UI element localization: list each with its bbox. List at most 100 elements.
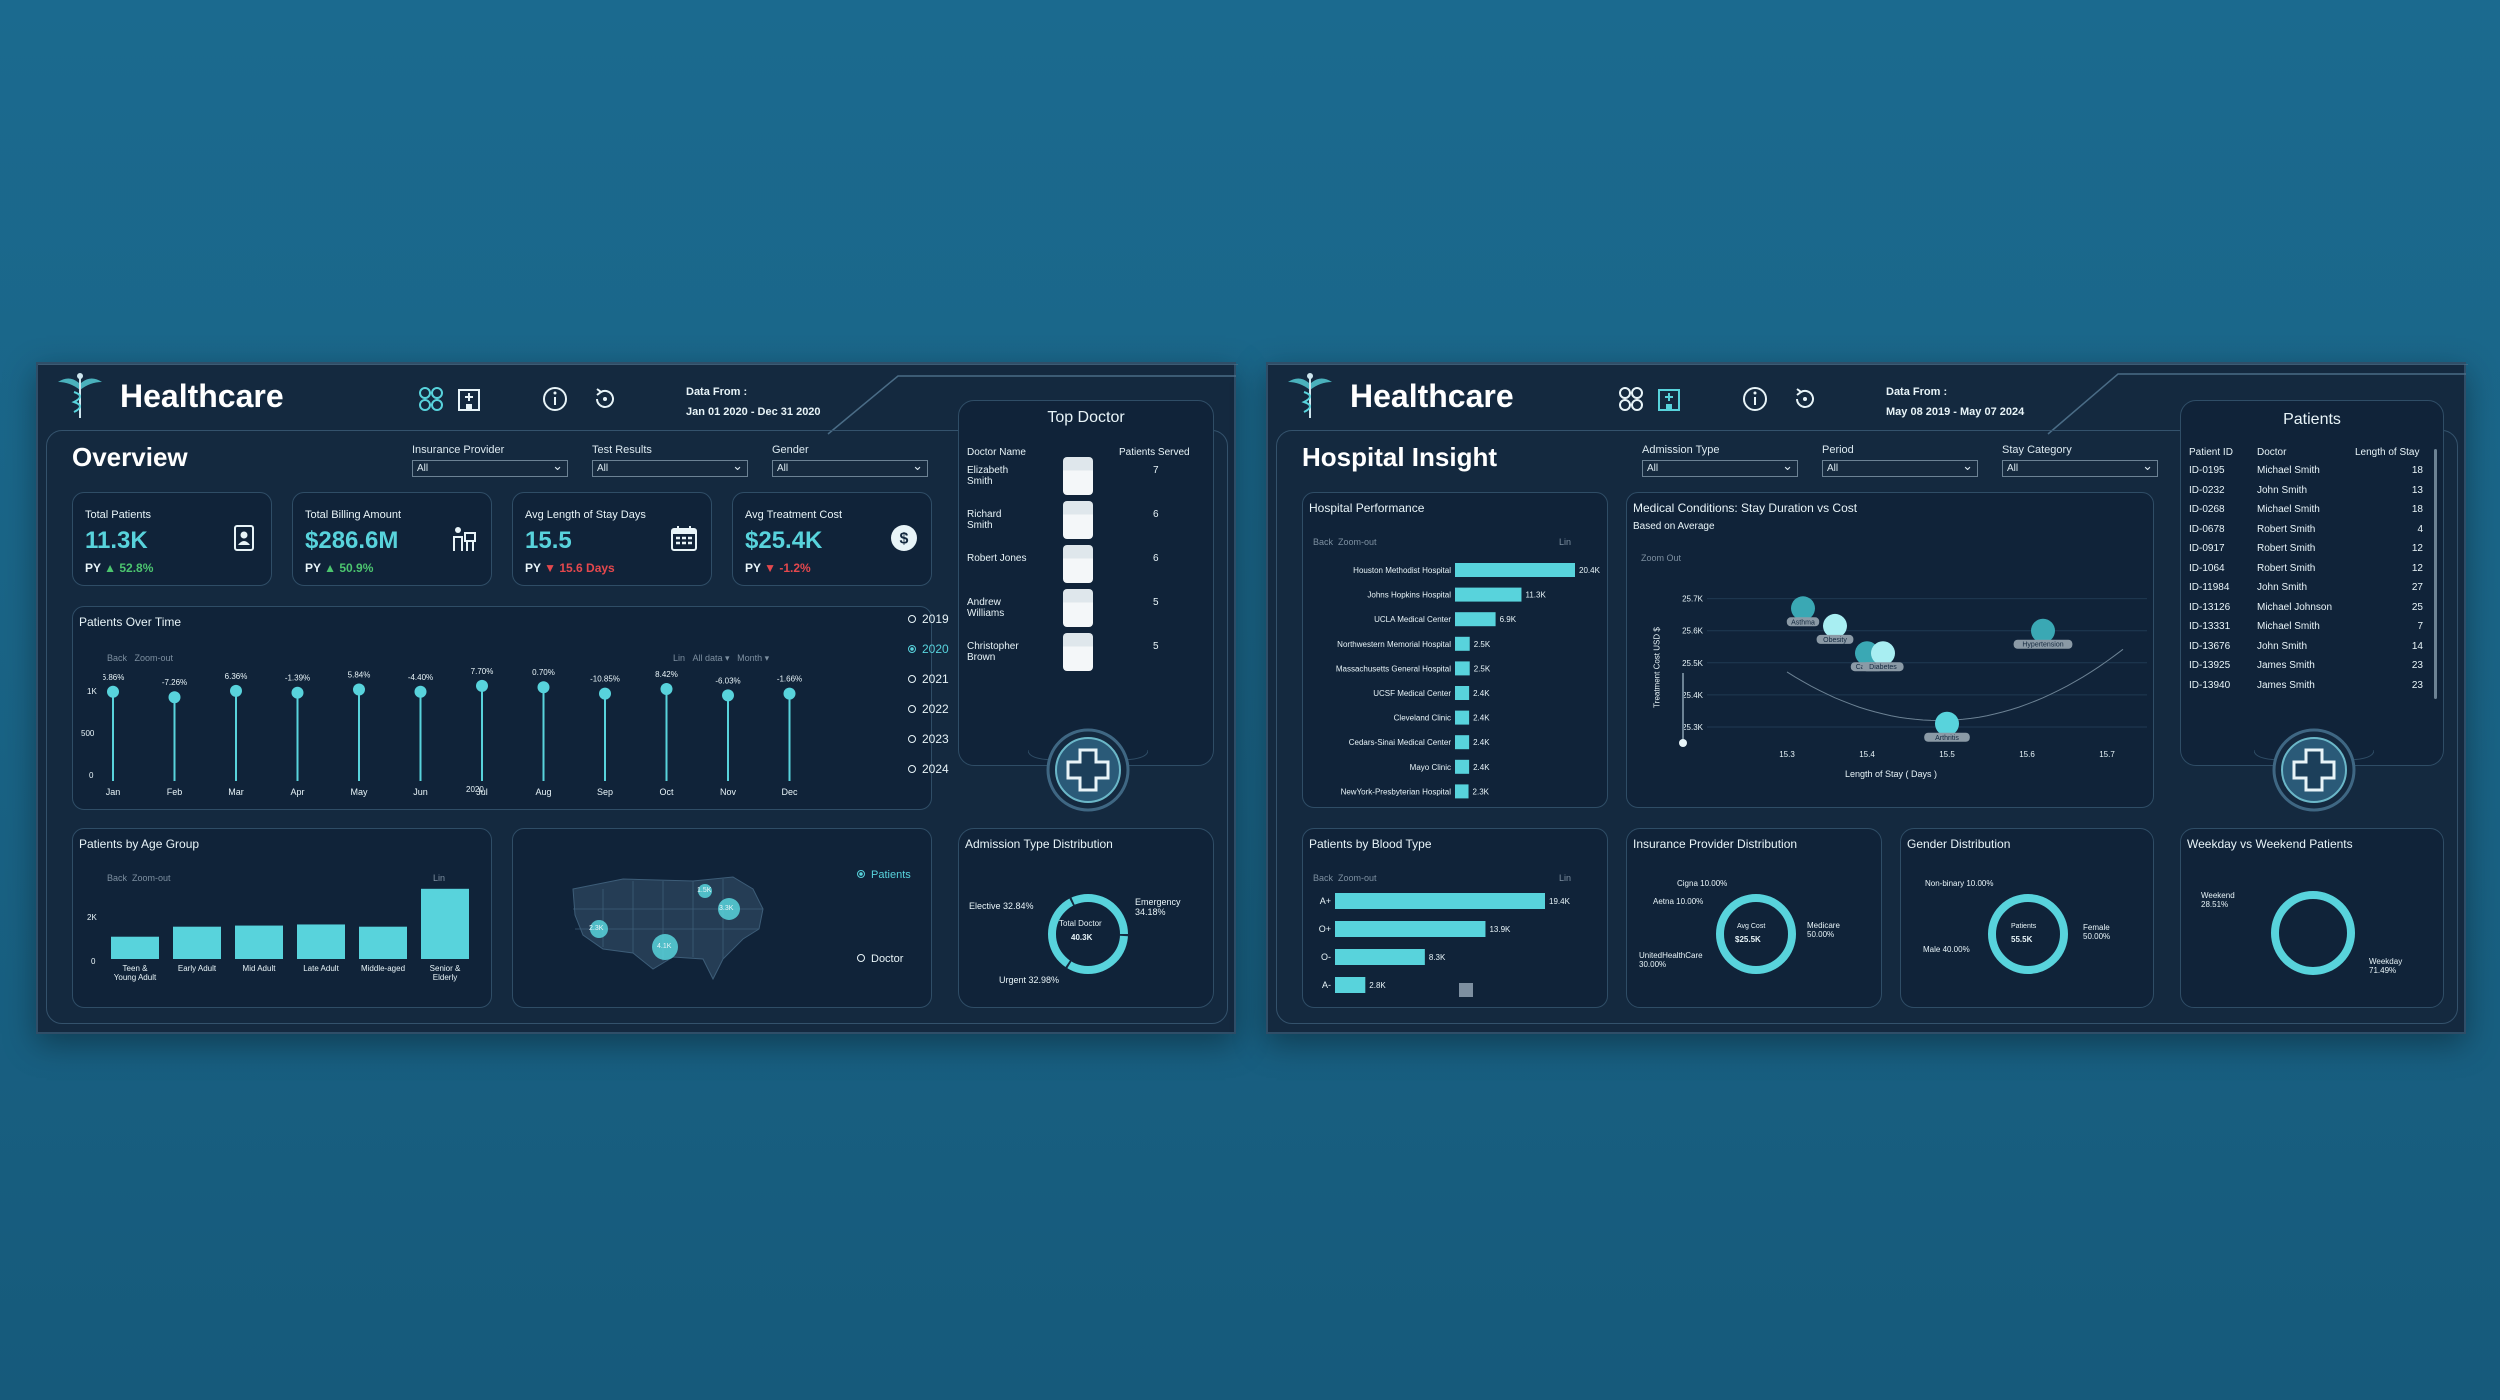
- lin-button[interactable]: Lin: [1559, 873, 1571, 883]
- data-from-label: Data From :: [686, 386, 748, 398]
- year-2023[interactable]: 2023: [908, 732, 949, 746]
- info-icon[interactable]: [538, 382, 572, 416]
- patient-stay: 7: [2417, 621, 2423, 632]
- lin-button[interactable]: Lin: [1559, 537, 1571, 547]
- y-tick: 25.4K: [1682, 691, 1704, 700]
- filter-dropdown[interactable]: All: [2002, 458, 2158, 477]
- filter-gender[interactable]: Gender All: [772, 444, 928, 477]
- back-button[interactable]: Back: [1313, 537, 1333, 547]
- x-tick: 15.4: [1859, 750, 1875, 759]
- data-label: 5.84%: [348, 671, 371, 680]
- gender-donut: [1988, 894, 2068, 974]
- data-label: 2.4K: [1473, 763, 1490, 772]
- dashboard-grid-icon[interactable]: [414, 382, 448, 416]
- filter-test-results[interactable]: Test Results All: [592, 444, 748, 477]
- scrollbar[interactable]: [2434, 449, 2437, 699]
- legend-doctor[interactable]: Doctor: [857, 953, 903, 965]
- data-label: 19.4K: [1549, 897, 1571, 906]
- x-tick: Young Adult: [114, 973, 157, 982]
- donut-label: Weekend 28.51%: [2201, 891, 2235, 909]
- reset-icon[interactable]: [1788, 382, 1822, 416]
- filter-insurance-provider[interactable]: Insurance Provider All: [412, 444, 568, 477]
- patient-stay: 18: [2411, 465, 2423, 476]
- filter-dropdown[interactable]: All: [772, 458, 928, 477]
- card-title: Patients by Age Group: [79, 837, 200, 851]
- y-tick: Cedars-Sinai Medical Center: [1349, 738, 1452, 747]
- filter-label: Gender: [772, 444, 809, 456]
- data-label: 2.3K: [1473, 787, 1490, 796]
- data-label: 6.9K: [1500, 615, 1517, 624]
- reset-icon[interactable]: [588, 382, 622, 416]
- filter-dropdown[interactable]: All: [1642, 458, 1798, 477]
- scroll-handle: [1459, 983, 1473, 997]
- x-tick: Early Adult: [178, 964, 217, 973]
- kpi-total-patients: Total Patients 11.3K PY ▲ 52.8%: [72, 492, 272, 586]
- back-button[interactable]: Back: [1313, 873, 1333, 883]
- weekday-donut: [2271, 891, 2355, 975]
- filter-period[interactable]: Period All: [1822, 444, 1978, 477]
- hospital-performance-chart: Houston Methodist Hospital 20.4K Johns Hop…: [1336, 563, 1601, 799]
- kpi-change: ▼ 15.6 Days: [544, 561, 615, 575]
- zoom-out-button[interactable]: Zoom-out: [135, 653, 174, 663]
- bar: [1455, 661, 1470, 676]
- filter-dropdown[interactable]: All: [592, 458, 748, 477]
- hospital-icon[interactable]: [1652, 382, 1686, 416]
- x-tick: Oct: [659, 787, 674, 797]
- bar: [1455, 735, 1470, 750]
- y-tick: 0: [91, 957, 96, 966]
- year-2020[interactable]: 2020: [908, 642, 949, 656]
- year-2022[interactable]: 2022: [908, 702, 949, 716]
- y-tick: A-: [1322, 980, 1331, 990]
- year-2021[interactable]: 2021: [908, 672, 949, 686]
- donut-label: Aetna 10.00%: [1653, 897, 1704, 906]
- hospital-icon[interactable]: [452, 382, 486, 416]
- month-dropdown[interactable]: Month ▾: [737, 653, 769, 663]
- year-2024[interactable]: 2024: [908, 762, 949, 776]
- patient-id: ID-13676: [2189, 640, 2231, 652]
- y-tick: 25.7K: [1682, 595, 1704, 604]
- map-bubble-label: 4.1K: [657, 943, 672, 950]
- bar: [421, 888, 469, 959]
- patient-id: ID-13940: [2189, 679, 2231, 691]
- bar: [111, 936, 159, 959]
- lin-button[interactable]: Lin: [673, 653, 685, 663]
- donut-label: Weekday 71.49%: [2369, 957, 2403, 975]
- y-tick: 500: [81, 729, 95, 738]
- patient-id: ID-1064: [2189, 562, 2225, 574]
- lollipop-point: [783, 687, 796, 700]
- bar: [173, 926, 221, 959]
- kpi-avg-treatment: Avg Treatment Cost $25.4K PY ▼ -1.2% $: [732, 492, 932, 586]
- lollipop-point: [414, 685, 427, 698]
- y-tick: 25.6K: [1682, 627, 1704, 636]
- card-title: Insurance Provider Distribution: [1633, 837, 1798, 851]
- legend-patients[interactable]: Patients: [857, 869, 911, 881]
- filter-label: Insurance Provider: [412, 444, 505, 456]
- x-tick: Jan: [106, 787, 121, 797]
- all-data-dropdown[interactable]: All data ▾: [693, 653, 730, 663]
- col-doctor: Doctor: [2257, 447, 2287, 458]
- filter-label: Stay Category: [2002, 444, 2072, 456]
- bar: [1455, 612, 1496, 627]
- zoom-out-button[interactable]: Zoom-out: [1338, 873, 1377, 883]
- doctor-avatar: [1063, 457, 1093, 495]
- admission-card: Admission Type Distribution Total Doctor…: [958, 828, 1214, 1008]
- patient-stay: 23: [2411, 660, 2423, 671]
- x-tick: 15.6: [2019, 750, 2035, 759]
- filter-stay-category[interactable]: Stay Category All: [2002, 444, 2158, 477]
- zoom-out-button[interactable]: Zoom Out: [1641, 553, 1681, 563]
- back-button[interactable]: Back: [107, 653, 127, 663]
- lollipop-point: [599, 687, 611, 700]
- zoom-out-button[interactable]: Zoom-out: [1338, 537, 1377, 547]
- radio-dot: [908, 705, 916, 713]
- dashboard-grid-icon[interactable]: [1614, 382, 1648, 416]
- bar: [359, 926, 407, 959]
- card-title: Top Doctor: [1047, 409, 1125, 426]
- year-2019[interactable]: 2019: [908, 612, 949, 626]
- info-icon[interactable]: [1738, 382, 1772, 416]
- filter-dropdown[interactable]: All: [1822, 458, 1978, 477]
- data-label: 2.8K: [1369, 981, 1386, 990]
- filter-admission-type[interactable]: Admission Type All: [1642, 444, 1798, 477]
- filter-dropdown[interactable]: All: [412, 458, 568, 477]
- card-title: Medical Conditions: Stay Duration vs Cos…: [1633, 501, 1858, 515]
- donut-center-label: Patients: [2011, 923, 2037, 930]
